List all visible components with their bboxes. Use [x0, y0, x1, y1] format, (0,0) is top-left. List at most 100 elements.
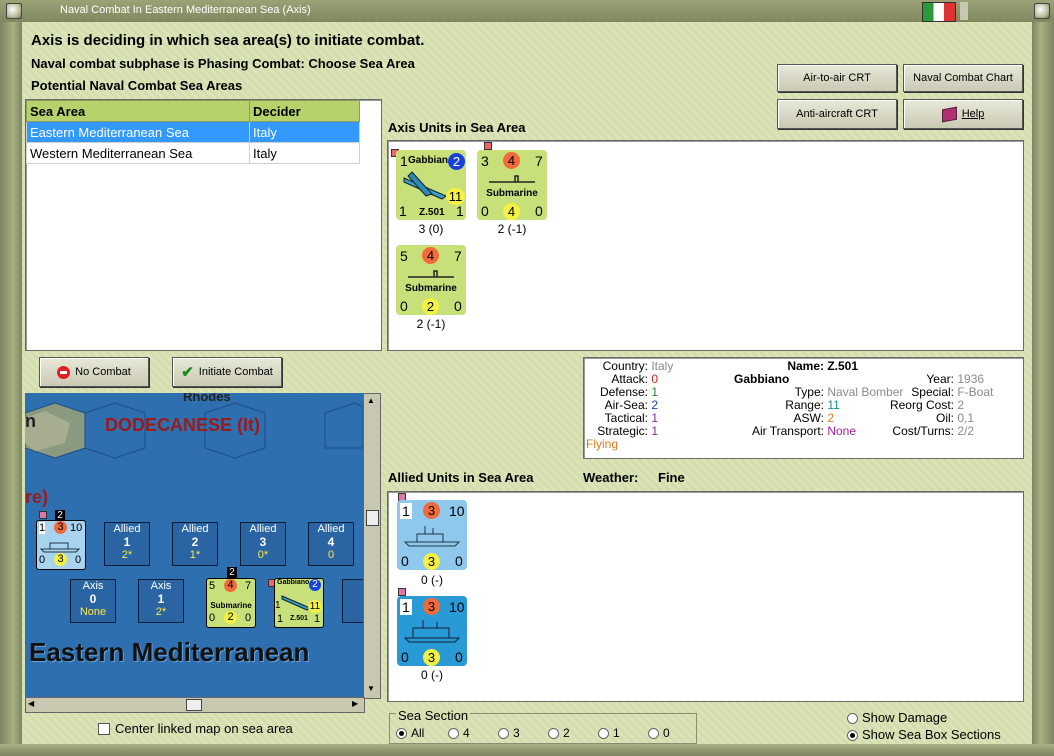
- center-map-label: Center linked map on sea area: [115, 721, 293, 736]
- unit-stat: 0: [401, 649, 409, 665]
- sea-section-option-4[interactable]: 4: [448, 726, 470, 740]
- radio-icon[interactable]: [847, 713, 858, 725]
- arrow-up-icon[interactable]: ▲: [366, 396, 376, 406]
- arrow-left-icon[interactable]: ◀: [28, 699, 34, 708]
- flying-status: Flying: [586, 437, 619, 451]
- no-entry-icon: [57, 365, 71, 379]
- weather-label: Weather:: [583, 470, 639, 485]
- map-counter-axis-sub[interactable]: 5 4 7 Submarine 0 2 0: [206, 578, 256, 628]
- book-icon: [941, 106, 957, 122]
- ship-icon: [40, 542, 80, 553]
- unit-badge: 2: [448, 153, 465, 170]
- unit-stat: 0: [400, 298, 408, 314]
- axis-unit-gabbiano[interactable]: 1 Gabbiano 2 11 1 Z.501 1: [396, 150, 466, 220]
- show-boxes-radio[interactable]: Show Sea Box Sections: [847, 727, 1001, 742]
- allied-unit-ship[interactable]: 1 3 10 0 3 0: [397, 500, 467, 570]
- submarine-icon: [408, 270, 454, 278]
- table-row[interactable]: Eastern Mediterranean Sea Italy: [26, 121, 360, 143]
- unit-attack: 4: [422, 247, 439, 264]
- unit-stat: 10: [70, 522, 83, 534]
- allied-unit-ship[interactable]: 1 3 10 0 3 0: [397, 596, 467, 666]
- scroll-thumb[interactable]: [186, 699, 202, 711]
- info-value: 1936: [957, 372, 985, 386]
- sea-section-option-0[interactable]: 0: [648, 726, 670, 740]
- anti-aircraft-crt-button[interactable]: Anti-aircraft CRT: [777, 99, 897, 129]
- axis-box-0[interactable]: Axis 0 None: [70, 579, 116, 623]
- map-counter-allied-ship[interactable]: 1 3 10 0 3 0: [36, 520, 86, 570]
- radio-icon[interactable]: [648, 728, 659, 740]
- sea-areas-heading: Potential Naval Combat Sea Areas: [31, 78, 243, 93]
- unit-attack: 4: [224, 579, 237, 592]
- weather-value: Fine: [658, 470, 685, 485]
- sea-section-option-all[interactable]: All: [396, 726, 424, 740]
- box-count: 0*: [257, 549, 269, 561]
- air-to-air-crt-button[interactable]: Air-to-air CRT: [777, 64, 897, 92]
- sea-section-option-2[interactable]: 2: [548, 726, 570, 740]
- unit-name: Submarine: [210, 601, 252, 610]
- axis-unit-submarine[interactable]: 3 4 7 Submarine 0 4 0: [477, 150, 547, 220]
- col-decider[interactable]: Decider: [249, 100, 360, 122]
- checkbox-icon[interactable]: [98, 722, 110, 735]
- arrow-right-icon[interactable]: ▶: [352, 699, 358, 708]
- sea-area-map[interactable]: Rhodes n DODECANESE (It) re) 2 1 3 10 0 …: [25, 393, 363, 697]
- info-value: None: [827, 424, 857, 438]
- show-damage-radio[interactable]: Show Damage: [847, 710, 947, 725]
- window-title: Naval Combat In Eastern Mediterranean Se…: [60, 4, 311, 16]
- table-row[interactable]: Western Mediterranean Sea Italy: [26, 142, 360, 164]
- status-line: Axis is deciding in which sea area(s) to…: [31, 32, 425, 49]
- radio-icon[interactable]: [448, 728, 459, 740]
- initiate-combat-button[interactable]: ✔ Initiate Combat: [172, 357, 282, 387]
- allied-box-4[interactable]: Allied 4 0: [308, 522, 354, 566]
- naval-combat-chart-button[interactable]: Naval Combat Chart: [903, 64, 1023, 92]
- show-damage-label: Show Damage: [862, 710, 948, 725]
- scroll-thumb[interactable]: [366, 510, 379, 526]
- map-counter-axis-plane[interactable]: Gabbiano 2 11 1 1 Z.501 1: [274, 578, 324, 628]
- sea-section-option-1[interactable]: 1: [598, 726, 620, 740]
- center-map-checkbox[interactable]: Center linked map on sea area: [98, 721, 293, 736]
- unit-stat: 1: [275, 600, 281, 611]
- sea-area-list[interactable]: Sea Area Decider Eastern Mediterranean S…: [25, 99, 382, 351]
- checkmark-icon: ✔: [181, 364, 194, 381]
- sea-section-label: Sea Section: [396, 708, 471, 723]
- axis-unit-submarine[interactable]: 5 4 7 Submarine 0 2 0: [396, 245, 466, 315]
- axis-box-1[interactable]: Axis 1 2*: [138, 579, 184, 623]
- allied-box-2[interactable]: Allied 2 1*: [172, 522, 218, 566]
- no-combat-button[interactable]: No Combat: [39, 357, 149, 387]
- axis-box-partial[interactable]: [342, 579, 363, 623]
- radio-icon[interactable]: [598, 728, 609, 740]
- info-value: 0,1: [957, 411, 975, 425]
- sea-section-option-3[interactable]: 3: [498, 726, 520, 740]
- unit-info-panel: Country: Italy Attack: 0 Defense: 1 Air-…: [583, 357, 1024, 459]
- unit-stat: 0: [39, 554, 46, 566]
- window-menu-icon[interactable]: [6, 3, 22, 19]
- unit-stat: 0: [455, 553, 463, 569]
- help-button[interactable]: Help: [903, 99, 1023, 129]
- unit-stat: 1: [399, 203, 407, 219]
- unit-stat: 0: [401, 553, 409, 569]
- frame-bottom: [0, 744, 1054, 756]
- map-vertical-scrollbar[interactable]: ▲ ▼: [363, 393, 381, 699]
- radio-icon[interactable]: [847, 730, 858, 742]
- title-bar[interactable]: Naval Combat In Eastern Mediterranean Se…: [0, 0, 1054, 23]
- close-icon[interactable]: [1034, 3, 1050, 19]
- col-sea-area[interactable]: Sea Area: [26, 100, 250, 122]
- unit-stat: 1: [456, 203, 464, 219]
- unit-attack: 3: [423, 502, 440, 519]
- info-value: Italy: [651, 359, 674, 373]
- radio-icon[interactable]: [548, 728, 559, 740]
- unit-name: Submarine: [486, 188, 538, 199]
- box-number: 1: [123, 535, 131, 549]
- allied-box-1[interactable]: Allied 1 2*: [104, 522, 150, 566]
- radio-icon[interactable]: [396, 728, 407, 740]
- arrow-down-icon[interactable]: ▼: [366, 684, 376, 694]
- unit-defense: 3: [54, 553, 67, 566]
- sea-section-group: Sea Section All 4 3 2 1 0: [389, 708, 697, 744]
- row-area: Eastern Mediterranean Sea: [26, 121, 250, 143]
- info-value: 11: [827, 398, 840, 412]
- submarine-icon: [489, 175, 535, 183]
- box-number: 3: [259, 535, 267, 549]
- info-value: 1: [651, 424, 659, 438]
- map-horizontal-scrollbar[interactable]: ◀ ▶: [25, 697, 365, 713]
- radio-icon[interactable]: [498, 728, 509, 740]
- allied-box-3[interactable]: Allied 3 0*: [240, 522, 286, 566]
